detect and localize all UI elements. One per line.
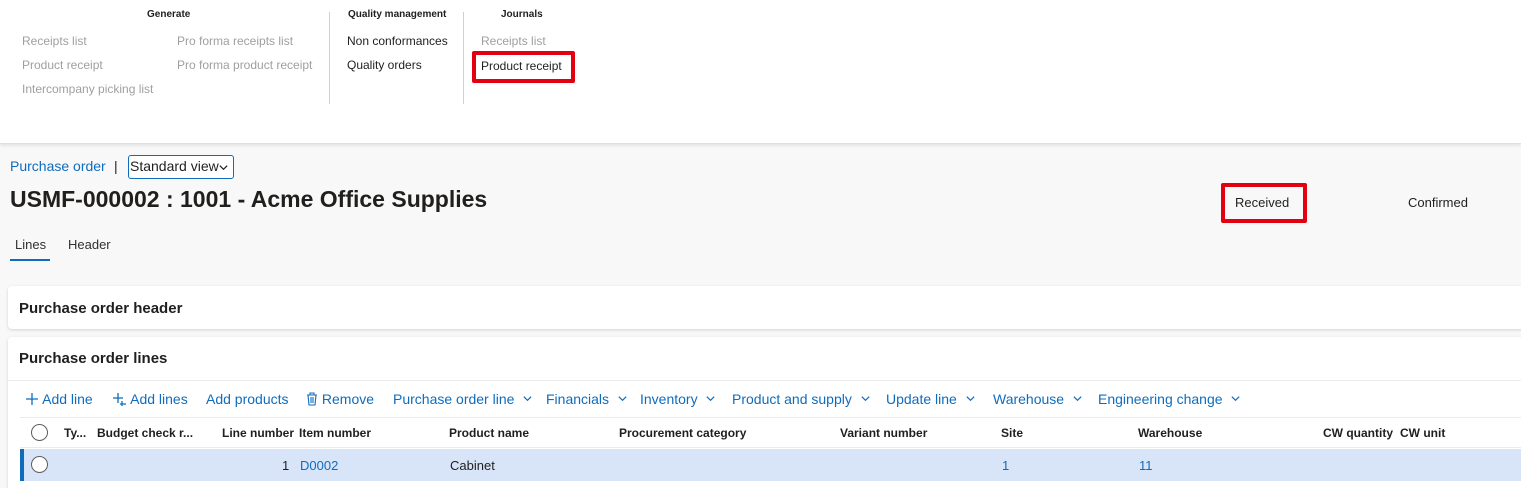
quality-orders-button[interactable]: Quality orders — [347, 58, 422, 72]
column-header-line-number[interactable]: Line number — [222, 426, 294, 440]
cell-site-link[interactable]: 1 — [1002, 458, 1009, 473]
menu-label: Financials — [546, 391, 610, 407]
chevron-down-icon — [218, 160, 229, 176]
status-confirmed: Confirmed — [1408, 195, 1468, 210]
generate-receipts-list[interactable]: Receipts list — [22, 34, 87, 48]
menu-label: Engineering change — [1098, 391, 1223, 407]
section-title-po-lines: Purchase order lines — [19, 350, 168, 367]
tab-lines-underline — [10, 259, 50, 261]
journals-receipts-list[interactable]: Receipts list — [481, 34, 546, 48]
generate-intercompany-picking-list[interactable]: Intercompany picking list — [22, 82, 153, 96]
ribbon-divider — [463, 12, 464, 104]
add-lines-button[interactable]: Add lines — [113, 391, 188, 407]
breadcrumb-separator: | — [114, 158, 118, 174]
generate-pro-forma-receipts-list[interactable]: Pro forma receipts list — [177, 34, 293, 48]
column-header-type[interactable]: Ty... — [64, 426, 86, 440]
menu-financials[interactable]: Financials — [546, 391, 628, 407]
action-pane-ribbon: Generate Receipts list Product receipt I… — [0, 0, 1521, 144]
column-header-budget-check[interactable]: Budget check r... — [97, 426, 193, 440]
remove-label: Remove — [321, 391, 375, 407]
trash-icon — [306, 391, 322, 407]
add-lines-label: Add lines — [130, 391, 188, 407]
menu-purchase-order-line[interactable]: Purchase order line — [393, 391, 533, 407]
purchase-order-header-section[interactable]: Purchase order header — [8, 286, 1521, 329]
generate-pro-forma-product-receipt[interactable]: Pro forma product receipt — [177, 58, 312, 72]
page-title: USMF-000002 : 1001 - Acme Office Supplie… — [10, 186, 488, 212]
column-header-cw-quantity[interactable]: CW quantity — [1323, 426, 1393, 440]
column-header-site[interactable]: Site — [1001, 426, 1023, 440]
highlight-box-product-receipt — [472, 51, 575, 83]
cell-line-number: 1 — [282, 458, 290, 473]
row-select-radio[interactable] — [31, 456, 48, 473]
column-header-warehouse[interactable]: Warehouse — [1138, 426, 1202, 440]
column-header-procurement-category[interactable]: Procurement category — [619, 426, 746, 440]
menu-update-line[interactable]: Update line — [886, 391, 976, 407]
menu-product-and-supply[interactable]: Product and supply — [732, 391, 871, 407]
generate-product-receipt[interactable]: Product receipt — [22, 58, 103, 72]
group-title-quality-management: Quality management — [348, 9, 447, 20]
group-title-journals: Journals — [501, 9, 543, 20]
column-header-cw-unit[interactable]: CW unit — [1400, 426, 1445, 440]
non-conformances-button[interactable]: Non conformances — [347, 34, 448, 48]
tab-header[interactable]: Header — [68, 237, 111, 252]
chevron-down-icon — [706, 396, 716, 402]
table-row[interactable] — [20, 449, 1521, 481]
view-selector-label: Standard view — [130, 158, 219, 174]
column-header-variant-number[interactable]: Variant number — [840, 426, 927, 440]
breadcrumb-purchase-order[interactable]: Purchase order — [10, 158, 106, 174]
cell-warehouse-link[interactable]: 11 — [1139, 458, 1153, 473]
chevron-down-icon — [1231, 396, 1241, 402]
remove-button[interactable]: Remove — [306, 391, 374, 407]
view-selector[interactable]: Standard view — [128, 155, 234, 179]
cell-item-number-link[interactable]: D0002 — [300, 458, 338, 473]
chevron-down-icon — [618, 396, 627, 402]
menu-label: Purchase order line — [393, 391, 515, 407]
chevron-down-icon — [966, 396, 975, 402]
column-header-item-number[interactable]: Item number — [299, 426, 371, 440]
ribbon-divider — [329, 12, 330, 104]
section-title-po-header: Purchase order header — [19, 300, 183, 317]
select-all-radio[interactable] — [31, 424, 48, 441]
add-line-button[interactable]: Add line — [25, 391, 93, 407]
menu-engineering-change[interactable]: Engineering change — [1098, 391, 1241, 407]
selected-row-indicator — [20, 449, 24, 481]
group-title-generate: Generate — [147, 9, 191, 20]
menu-warehouse[interactable]: Warehouse — [993, 391, 1083, 407]
add-multiple-icon — [113, 391, 130, 407]
chevron-down-icon — [1073, 396, 1082, 402]
chevron-down-icon — [861, 396, 870, 402]
menu-inventory[interactable]: Inventory — [640, 391, 716, 407]
toolbar-divider — [8, 380, 1521, 381]
column-header-product-name[interactable]: Product name — [449, 426, 529, 440]
menu-label: Warehouse — [993, 391, 1065, 407]
add-line-label: Add line — [42, 391, 93, 407]
tab-lines[interactable]: Lines — [15, 237, 46, 252]
menu-label: Product and supply — [732, 391, 852, 407]
highlight-box-received — [1221, 183, 1307, 223]
chevron-down-icon — [523, 396, 532, 402]
plus-icon — [25, 391, 42, 407]
menu-label: Inventory — [640, 391, 698, 407]
cell-product-name[interactable]: Cabinet — [450, 458, 495, 473]
add-products-button[interactable]: Add products — [206, 391, 289, 407]
menu-label: Update line — [886, 391, 957, 407]
